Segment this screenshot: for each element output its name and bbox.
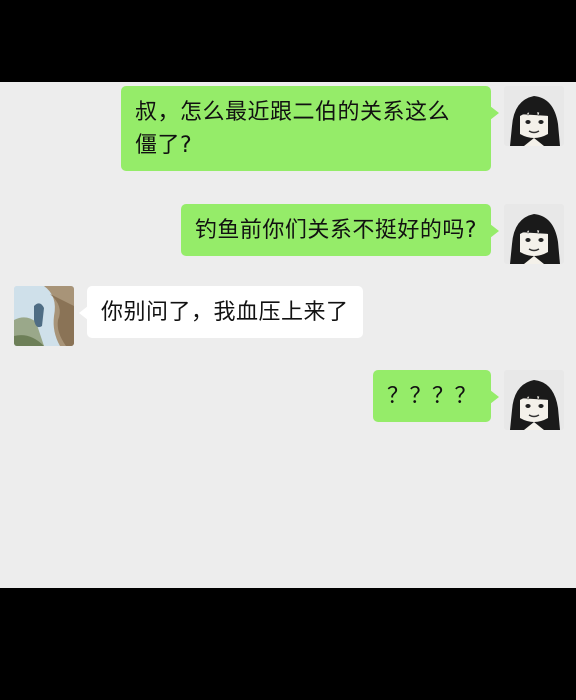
message-row-outgoing: ？？？？: [372, 370, 564, 430]
message-text-line: 你别问了，我血压上来了: [101, 300, 349, 325]
avatar[interactable]: [504, 86, 564, 146]
message-text-line: 叔，怎么最近跟二伯的关系这么: [135, 100, 451, 125]
avatar[interactable]: [14, 286, 74, 346]
message-row-outgoing: 钓鱼前你们关系不挺好的吗?: [180, 204, 564, 264]
screen: 叔，怎么最近跟二伯的关系这么 僵了? 钓鱼前你们关系不挺好的吗? 你别问了，我血…: [0, 0, 576, 700]
message-bubble[interactable]: 钓鱼前你们关系不挺好的吗?: [180, 204, 500, 256]
message-row-outgoing: 叔，怎么最近跟二伯的关系这么 僵了?: [121, 86, 564, 171]
message-bubble[interactable]: 你别问了，我血压上来了: [79, 286, 363, 338]
anime-character-avatar-icon: [504, 86, 564, 146]
message-text-line: 僵了?: [135, 133, 193, 158]
message-bubble[interactable]: 叔，怎么最近跟二伯的关系这么 僵了?: [121, 86, 499, 171]
anime-character-avatar-icon: [504, 204, 564, 264]
avatar[interactable]: [504, 370, 564, 430]
message-text-line: ？？？？: [386, 384, 477, 409]
message-bubble[interactable]: ？？？？: [372, 370, 500, 422]
chat-area[interactable]: 叔，怎么最近跟二伯的关系这么 僵了? 钓鱼前你们关系不挺好的吗? 你别问了，我血…: [0, 82, 576, 588]
message-row-incoming: 你别问了，我血压上来了: [14, 286, 363, 346]
anime-character-avatar-icon: [504, 370, 564, 430]
message-text-line: 钓鱼前你们关系不挺好的吗?: [194, 218, 477, 243]
landscape-photo-avatar-icon: [14, 286, 74, 346]
avatar[interactable]: [504, 204, 564, 264]
